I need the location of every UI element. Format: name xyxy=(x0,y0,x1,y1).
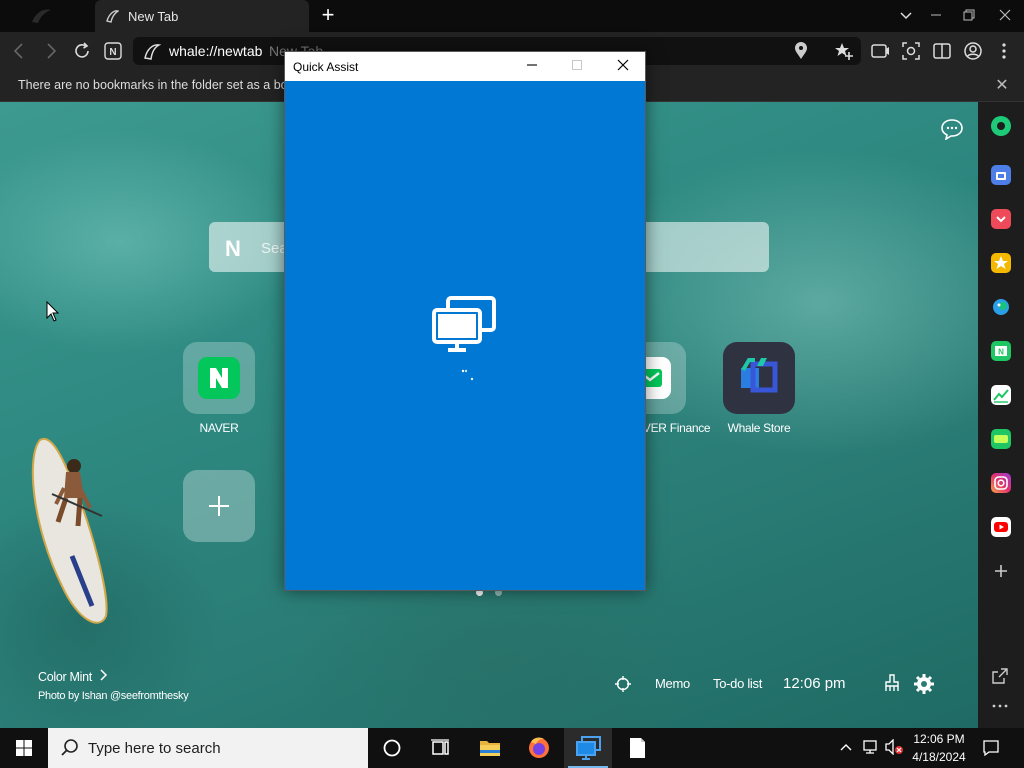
theme-name-link[interactable]: Color Mint xyxy=(38,669,109,684)
naver-news-icon[interactable]: N xyxy=(991,341,1011,361)
quick-assist-window: Quick Assist xyxy=(284,51,646,591)
firefox-icon xyxy=(529,737,549,758)
document-icon xyxy=(630,738,645,758)
browser-tab-strip: New Tab + xyxy=(0,0,1024,32)
tab-new-tab[interactable]: New Tab xyxy=(95,0,309,32)
notepad-button[interactable] xyxy=(613,728,661,768)
paddleboarder-photo xyxy=(31,437,108,624)
restore-window-button[interactable] xyxy=(957,4,981,26)
pocket-icon[interactable] xyxy=(991,209,1011,229)
star-icon[interactable] xyxy=(991,253,1011,273)
whale-page-icon xyxy=(144,44,162,60)
youtube-icon[interactable] xyxy=(991,517,1011,537)
more-icon[interactable] xyxy=(992,702,1008,710)
picture-in-picture-icon[interactable] xyxy=(870,41,890,61)
bookmark-star-icon[interactable] xyxy=(834,41,854,61)
taskbar-search-placeholder: Type here to search xyxy=(88,740,221,757)
back-arrow-icon[interactable] xyxy=(9,41,29,61)
memo-link[interactable]: Memo xyxy=(655,676,690,691)
quick-assist-minimize-button[interactable] xyxy=(509,52,554,81)
mouse-cursor-icon xyxy=(46,301,60,322)
quick-assist-title: Quick Assist xyxy=(293,60,359,74)
reload-icon[interactable] xyxy=(72,41,92,61)
firefox-button[interactable] xyxy=(515,728,563,768)
svg-text:N: N xyxy=(998,348,1004,357)
instagram-icon[interactable] xyxy=(991,473,1011,493)
open-external-icon[interactable] xyxy=(992,668,1008,684)
theme-name: Color Mint xyxy=(38,670,92,684)
location-pin-icon[interactable] xyxy=(791,41,811,61)
todo-list-link[interactable]: To-do list xyxy=(713,676,762,691)
volume-muted-icon[interactable] xyxy=(884,739,904,755)
chat-bubble-icon[interactable] xyxy=(940,118,964,140)
file-explorer-button[interactable] xyxy=(466,728,514,768)
capture-icon[interactable] xyxy=(901,41,921,61)
new-tab-button[interactable]: + xyxy=(316,4,340,28)
whale-tab-favicon-icon xyxy=(106,10,119,23)
system-time[interactable]: 12:06 PM xyxy=(904,732,974,746)
tab-search-chevron-icon[interactable] xyxy=(894,4,918,26)
cortana-circle-icon xyxy=(383,739,401,757)
whale-logo-icon xyxy=(32,9,51,23)
green-dot-icon[interactable] xyxy=(991,116,1011,136)
webtoon-icon[interactable] xyxy=(991,429,1011,449)
settings-gear-icon[interactable] xyxy=(914,674,934,694)
shortcut-tile-naver[interactable] xyxy=(183,342,255,414)
profile-icon[interactable] xyxy=(963,41,983,61)
start-button[interactable] xyxy=(0,728,48,768)
system-date[interactable]: 4/18/2024 xyxy=(904,750,974,764)
quick-assist-taskbar-button[interactable] xyxy=(564,728,612,768)
whale-store-icon xyxy=(741,358,778,393)
shortcut-tile-whale-store[interactable] xyxy=(723,342,795,414)
svg-text:N: N xyxy=(109,47,116,58)
papago-icon[interactable] xyxy=(991,297,1011,317)
briefcase-icon[interactable] xyxy=(991,165,1011,185)
notification-center-icon[interactable] xyxy=(982,739,1000,757)
quick-assist-maximize-button xyxy=(554,52,599,81)
quick-assist-monitors-icon xyxy=(432,296,496,352)
address-url[interactable]: whale://newtab xyxy=(169,43,262,59)
minimize-window-button[interactable] xyxy=(924,4,948,26)
naver-logo-icon: N xyxy=(225,236,241,261)
loading-spinner-icon xyxy=(461,369,474,381)
add-icon xyxy=(209,496,229,516)
ntp-clock: 12:06 pm xyxy=(783,675,846,692)
chevron-right-icon xyxy=(100,669,108,681)
whale-sidebar xyxy=(978,102,1024,728)
bookmark-bar-close-icon[interactable]: ✕ xyxy=(992,76,1012,96)
chevron-up-icon[interactable] xyxy=(839,740,853,754)
menu-more-icon[interactable] xyxy=(994,41,1014,61)
forward-arrow-icon[interactable] xyxy=(41,41,61,61)
add-shortcut-button[interactable] xyxy=(183,470,255,542)
quick-assist-titlebar[interactable]: Quick Assist xyxy=(285,52,645,81)
photo-credit: Photo by Ishan @seefromthesky xyxy=(38,690,189,702)
shortcut-label: NAVER xyxy=(199,421,239,435)
network-icon[interactable] xyxy=(862,739,880,755)
naver-icon xyxy=(198,357,240,399)
crosshair-icon[interactable] xyxy=(615,676,631,692)
quick-assist-close-button[interactable] xyxy=(600,52,645,81)
split-view-icon[interactable] xyxy=(932,41,952,61)
folder-icon xyxy=(480,741,500,756)
stock-chart-icon[interactable] xyxy=(991,385,1011,405)
shortcut-label: Whale Store xyxy=(727,421,791,435)
task-view-icon xyxy=(431,739,449,755)
cortana-button[interactable] xyxy=(368,728,416,768)
clean-brush-icon[interactable] xyxy=(883,674,901,692)
tab-title: New Tab xyxy=(128,8,179,24)
add-icon[interactable] xyxy=(994,564,1008,578)
search-icon xyxy=(61,739,78,756)
naver-home-icon[interactable]: N xyxy=(103,41,123,61)
close-window-button[interactable] xyxy=(993,4,1017,26)
bookmark-bar-notice: There are no bookmarks in the folder set… xyxy=(18,78,288,92)
windows-logo-icon xyxy=(16,740,32,756)
quick-assist-icon xyxy=(576,736,601,760)
task-view-button[interactable] xyxy=(416,728,464,768)
